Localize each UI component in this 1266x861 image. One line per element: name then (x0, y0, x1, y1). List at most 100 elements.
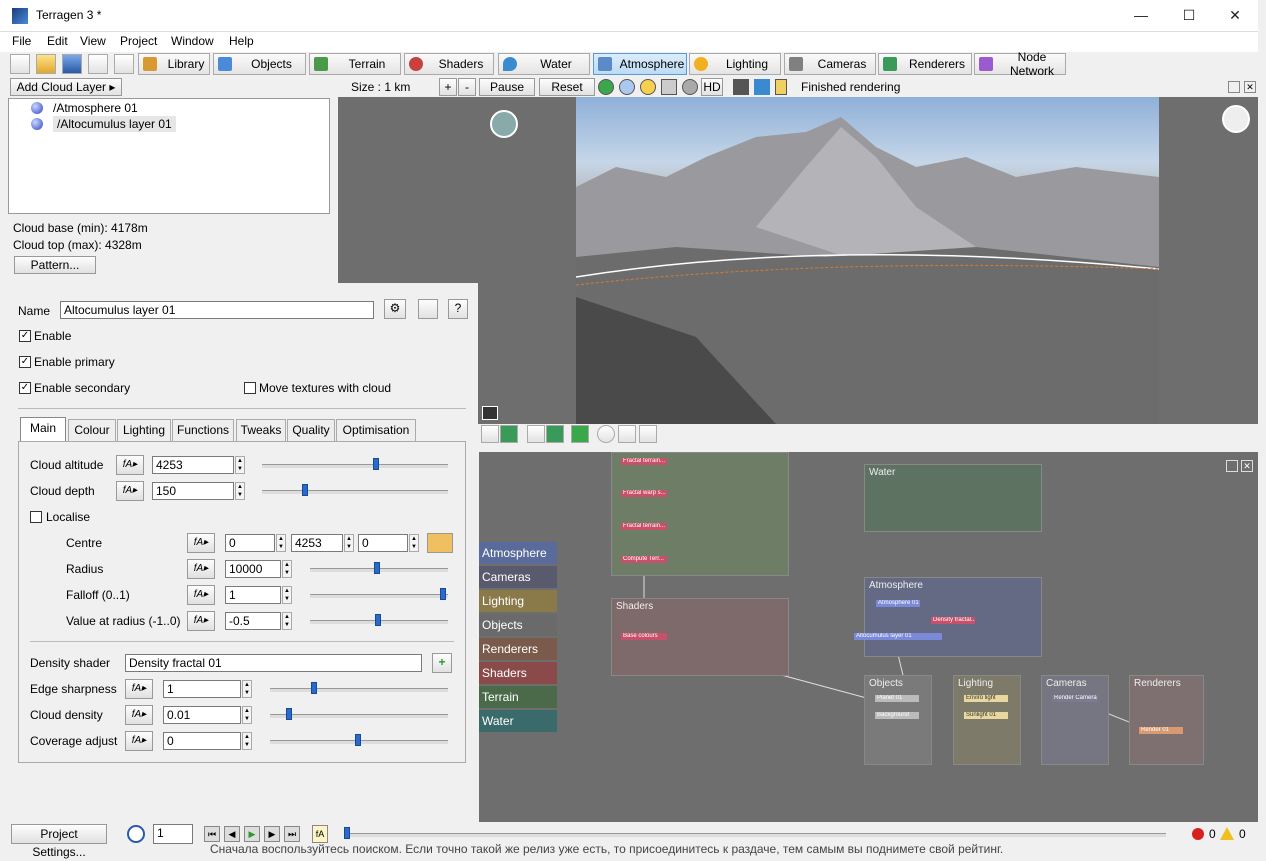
tab-objects[interactable]: Objects (213, 53, 306, 75)
pattern-button[interactable]: Pattern... (14, 256, 96, 274)
node-terrain-icon[interactable] (500, 425, 518, 443)
tab-library[interactable]: Library (138, 53, 210, 75)
node-atmosphere-01[interactable]: Atmosphere 01 (876, 600, 920, 607)
reset-button[interactable]: Reset (539, 78, 595, 96)
move-textures-checkbox[interactable] (244, 382, 256, 394)
falloff-function-button[interactable]: fA▸ (187, 585, 215, 605)
prev-frame-icon[interactable]: ◀ (224, 826, 240, 842)
object-view-icon[interactable] (661, 79, 677, 95)
cloud-depth-spinner[interactable]: ▲ ▼ (235, 482, 245, 500)
edge-sharpness-slider-thumb[interactable] (311, 682, 317, 694)
group-objects[interactable]: Objects (864, 675, 932, 765)
falloff-slider[interactable] (310, 594, 448, 598)
edge-sharpness-spinner[interactable]: ▲ ▼ (242, 680, 252, 698)
tab-water[interactable]: Water (498, 53, 590, 75)
radius-slider-thumb[interactable] (374, 562, 380, 574)
add-cloud-layer-button[interactable]: Add Cloud Layer ▸ (10, 78, 122, 96)
last-frame-icon[interactable]: ⏭ (284, 826, 300, 842)
node-network-canvas[interactable]: ✕ Fractal terrain... Fractal warp s... F… (479, 452, 1258, 822)
tab-shaders[interactable]: Shaders (404, 53, 494, 75)
node-render-01[interactable]: Render 01 (1139, 727, 1183, 734)
centre-x-spinner[interactable]: ▲ ▼ (276, 534, 286, 552)
save-project-icon[interactable] (62, 54, 82, 74)
timeline-thumb[interactable] (344, 827, 350, 839)
edge-sharpness-slider[interactable] (270, 688, 448, 692)
node-populate-icon[interactable] (546, 425, 564, 443)
value-at-radius-input[interactable]: -0.5 (225, 612, 281, 630)
coverage-adjust-function-button[interactable]: fA▸ (125, 731, 153, 751)
menu-file[interactable]: File (12, 34, 31, 48)
warning-icon[interactable] (1220, 827, 1234, 840)
centre-z-spinner[interactable]: ▲ ▼ (409, 534, 419, 552)
menu-window[interactable]: Window (171, 34, 214, 48)
brush-icon[interactable] (733, 79, 749, 95)
close-button[interactable]: ✕ (1212, 0, 1258, 30)
node-tab-terrain[interactable]: Terrain (479, 686, 557, 708)
node-density-fractal[interactable]: Density fractal... (931, 617, 975, 624)
frame-input[interactable]: 1 (153, 824, 193, 844)
exposure-icon[interactable] (482, 406, 498, 420)
cloud-density-slider-thumb[interactable] (286, 708, 292, 720)
radius-input[interactable]: 10000 (225, 560, 281, 578)
edge-sharpness-function-button[interactable]: fA▸ (125, 679, 153, 699)
centre-x-input[interactable]: 0 (225, 534, 275, 552)
first-frame-icon[interactable]: ⏮ (204, 826, 220, 842)
menu-help[interactable]: Help (229, 34, 254, 48)
maximize-button[interactable]: ☐ (1166, 0, 1212, 30)
node-tab-lighting[interactable]: Lighting (479, 590, 557, 612)
node-planet-01[interactable]: Planet 01 (875, 695, 919, 702)
density-shader-input[interactable]: Density fractal 01 (125, 654, 422, 672)
value-at-radius-slider-thumb[interactable] (375, 614, 381, 626)
play-icon[interactable]: ▶ (244, 826, 260, 842)
cloud-density-input[interactable]: 0.01 (163, 706, 241, 724)
cloud-density-spinner[interactable]: ▲ ▼ (242, 706, 252, 724)
cloud-depth-slider-thumb[interactable] (302, 484, 308, 496)
tab-renderers[interactable]: Renderers (878, 53, 972, 75)
tree-item-altocumulus[interactable]: /Altocumulus layer 01 (53, 116, 176, 132)
cloud-altitude-input[interactable]: 4253 (152, 456, 234, 474)
node-render-camera[interactable]: Render Camera (1052, 695, 1098, 702)
timeline-slider[interactable] (346, 833, 1166, 837)
group-renderers[interactable]: Renderers (1129, 675, 1204, 765)
radius-function-button[interactable]: fA▸ (187, 559, 215, 579)
pause-button[interactable]: Pause (479, 78, 535, 96)
gear-icon[interactable]: ⚙ (384, 299, 406, 319)
tab-functions[interactable]: Functions (172, 419, 234, 441)
falloff-spinner[interactable]: ▲ ▼ (282, 586, 292, 604)
cloud-altitude-slider-thumb[interactable] (373, 458, 379, 470)
node-refresh-icon[interactable] (571, 425, 589, 443)
group-cameras[interactable]: Cameras (1041, 675, 1109, 765)
terrain-view-icon[interactable] (598, 79, 614, 95)
preview-icon[interactable] (418, 299, 438, 319)
cloud-altitude-slider[interactable] (262, 464, 448, 468)
lock-icon[interactable] (775, 79, 787, 95)
node-tab-renderers[interactable]: Renderers (479, 638, 557, 660)
project-settings-button[interactable]: Project Settings... (11, 824, 107, 859)
tab-lighting-props[interactable]: Lighting (117, 419, 171, 441)
centre-y-spinner[interactable]: ▲ ▼ (344, 534, 354, 552)
cloud-depth-input[interactable]: 150 (152, 482, 234, 500)
node-zoom-icon[interactable] (639, 425, 657, 443)
viewport-close-icon[interactable]: ✕ (1244, 81, 1256, 93)
value-at-radius-spinner[interactable]: ▲ ▼ (282, 612, 292, 630)
node-tab-objects[interactable]: Objects (479, 614, 557, 636)
hd-button[interactable]: HD (701, 78, 723, 96)
node-fractal-terrain-1[interactable]: Fractal terrain... (621, 458, 667, 465)
cloud-view-icon[interactable] (619, 79, 635, 95)
open-project-icon[interactable] (36, 54, 56, 74)
paste-icon[interactable] (427, 533, 453, 553)
node-altocumulus[interactable]: Altocumulus layer 01 (854, 633, 942, 640)
add-shader-icon[interactable]: + (432, 653, 452, 673)
enable-primary-checkbox[interactable]: ✓ (19, 356, 31, 368)
minimize-button[interactable]: — (1118, 0, 1164, 30)
node-tab-cameras[interactable]: Cameras (479, 566, 557, 588)
tab-cameras[interactable]: Cameras (784, 53, 876, 75)
keyframe-icon[interactable]: fA (312, 825, 328, 843)
coverage-adjust-slider-thumb[interactable] (355, 734, 361, 746)
radius-spinner[interactable]: ▲ ▼ (282, 560, 292, 578)
node-base-colours[interactable]: Base colours (621, 633, 667, 640)
node-camera-icon[interactable] (527, 425, 545, 443)
node-fractal-terrain-2[interactable]: Fractal terrain... (621, 523, 667, 530)
enable-checkbox[interactable]: ✓ (19, 330, 31, 342)
node-fit-icon[interactable] (618, 425, 636, 443)
